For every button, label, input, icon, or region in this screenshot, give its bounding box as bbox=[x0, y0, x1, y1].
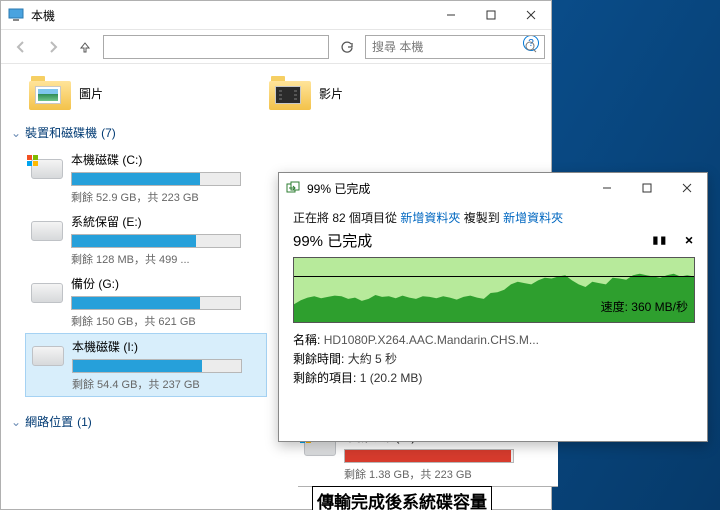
hdd-icon bbox=[30, 344, 66, 372]
pause-button[interactable]: ▮▮ bbox=[652, 233, 668, 248]
search-input[interactable]: 搜尋 本機 bbox=[365, 35, 545, 59]
copy-filename: HD1080P.X264.AAC.Mandarin.CHS.M... bbox=[324, 333, 539, 347]
this-pc-icon bbox=[7, 6, 25, 24]
maximize-button[interactable] bbox=[471, 1, 511, 29]
search-placeholder: 搜尋 本機 bbox=[372, 38, 423, 55]
copy-remaining-time: 大約 5 秒 bbox=[348, 352, 397, 366]
nav-forward-button[interactable] bbox=[39, 33, 67, 61]
annotation-caption: 傳輸完成後系統碟容量 bbox=[312, 486, 492, 510]
section-devices-drives[interactable]: ⌄ 裝置和磁碟機 (7) bbox=[11, 124, 541, 141]
drive-name: 本機磁碟 (C:) bbox=[71, 151, 263, 168]
library-vid[interactable]: 影片 bbox=[269, 76, 499, 110]
section-count: (7) bbox=[101, 126, 116, 140]
chevron-down-icon: ⌄ bbox=[11, 415, 21, 429]
windows-flag-icon bbox=[27, 155, 39, 167]
drive-name: 系統保留 (E:) bbox=[71, 213, 263, 230]
drive-subtext: 剩餘 52.9 GB，共 223 GB bbox=[71, 189, 263, 205]
explorer-toolbar: 搜尋 本機 bbox=[1, 29, 551, 64]
drive-usage-bar bbox=[71, 172, 241, 186]
hdd-icon bbox=[29, 281, 65, 309]
section-count: (1) bbox=[77, 415, 92, 429]
drive-tile[interactable]: 系統保留 (E:) 剩餘 128 MB，共 499 ... bbox=[25, 209, 267, 271]
address-bar[interactable] bbox=[103, 35, 329, 59]
nav-up-button[interactable] bbox=[71, 33, 99, 61]
drive-usage-bar bbox=[71, 296, 241, 310]
search-icon bbox=[524, 40, 538, 54]
dialog-minimize-button[interactable] bbox=[587, 174, 627, 202]
section-label: 網路位置 bbox=[25, 413, 73, 430]
nav-back-button[interactable] bbox=[7, 33, 35, 61]
library-label: 影片 bbox=[319, 85, 343, 102]
drive-tile[interactable]: 本機磁碟 (I:) 剩餘 54.4 GB，共 237 GB bbox=[25, 333, 267, 397]
drive-usage-bar bbox=[72, 359, 242, 373]
folder-icon bbox=[29, 76, 71, 110]
drive-tile[interactable]: 本機磁碟 (C:) 剩餘 52.9 GB，共 223 GB bbox=[25, 147, 267, 209]
minimize-button[interactable] bbox=[431, 1, 471, 29]
drive-usage-bar bbox=[71, 234, 241, 248]
chevron-down-icon: ⌄ bbox=[11, 126, 21, 140]
dialog-title: 99% 已完成 bbox=[307, 180, 370, 197]
folder-icon bbox=[269, 76, 311, 110]
section-label: 裝置和磁碟機 bbox=[25, 124, 97, 141]
drive-subtext: 剩餘 54.4 GB，共 237 GB bbox=[72, 376, 262, 392]
dialog-titlebar[interactable]: 99% 已完成 bbox=[279, 173, 707, 203]
copy-remaining-items: 1 (20.2 MB) bbox=[360, 371, 423, 385]
copy-progress-text: 99% 已完成 bbox=[293, 230, 695, 251]
hdd-icon bbox=[29, 157, 65, 185]
drive-tile[interactable]: 備份 (G:) 剩餘 150 GB，共 621 GB bbox=[25, 271, 267, 333]
dialog-close-button[interactable] bbox=[667, 174, 707, 202]
speed-graph: 速度: 360 MB/秒 bbox=[293, 257, 695, 323]
speed-label: 速度: 360 MB/秒 bbox=[599, 298, 690, 315]
drive-subtext: 剩餘 150 GB，共 621 GB bbox=[71, 313, 263, 329]
drive-name: 備份 (G:) bbox=[71, 275, 263, 292]
close-button[interactable] bbox=[511, 1, 551, 29]
hdd-icon bbox=[29, 219, 65, 247]
source-folder-link[interactable]: 新增資料夾 bbox=[400, 211, 460, 225]
explorer-title: 本機 bbox=[31, 7, 55, 24]
dialog-maximize-button[interactable] bbox=[627, 174, 667, 202]
refresh-button[interactable] bbox=[333, 33, 361, 61]
cancel-button[interactable]: ✕ bbox=[685, 233, 693, 248]
copy-description: 正在將 82 個項目從 新增資料夾 複製到 新增資料夾 bbox=[293, 209, 695, 226]
library-label: 圖片 bbox=[79, 85, 103, 102]
drive-subtext: 剩餘 1.38 GB，共 223 GB bbox=[344, 466, 536, 482]
copy-icon bbox=[285, 180, 301, 196]
dest-folder-link[interactable]: 新增資料夾 bbox=[503, 211, 563, 225]
library-pic[interactable]: 圖片 bbox=[29, 76, 259, 110]
copy-progress-dialog: 99% 已完成 正在將 82 個項目從 新增資料夾 複製到 新增資料夾 99% … bbox=[278, 172, 708, 442]
drive-name: 本機磁碟 (I:) bbox=[72, 338, 262, 355]
drive-subtext: 剩餘 128 MB，共 499 ... bbox=[71, 251, 263, 267]
drive-usage-bar bbox=[344, 449, 514, 463]
explorer-titlebar[interactable]: 本機 bbox=[1, 1, 551, 29]
